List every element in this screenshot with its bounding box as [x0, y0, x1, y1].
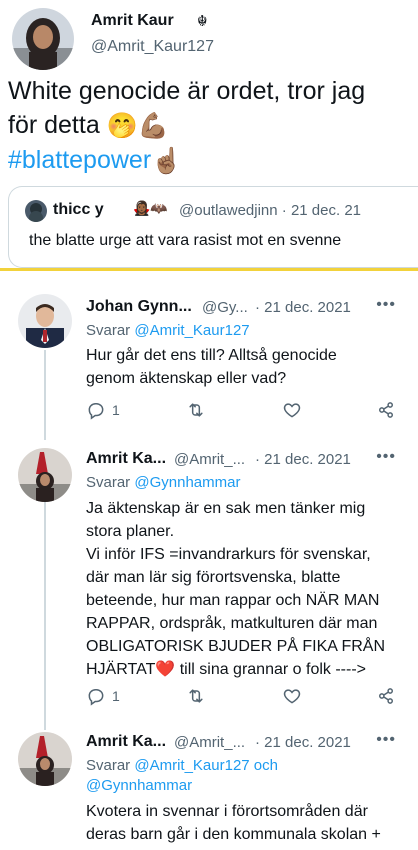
share-button[interactable] [376, 686, 396, 706]
reply-date[interactable]: · 21 dec. 2021 [255, 299, 351, 316]
quoted-author-handle[interactable]: @outlawedjinn · 21 dec. 21 [179, 202, 361, 219]
like-icon [283, 403, 301, 418]
reply-icon [88, 403, 104, 420]
replying-to-link[interactable]: @Amrit_Kaur127 och [134, 757, 278, 774]
reply-button[interactable]: 1 [86, 686, 120, 706]
reply-icon [88, 689, 104, 706]
like-button[interactable] [282, 400, 302, 420]
tweet-actions: 1 [86, 686, 404, 708]
reply-tweet[interactable]: Johan Gynn... @Gy... · 21 dec. 2021 ••• … [0, 290, 418, 430]
reply-author-handle[interactable]: @Amrit_... [174, 734, 245, 751]
tweet-text-line1: White genocide är ordet, tror jag [8, 77, 366, 105]
more-icon[interactable]: ••• [376, 731, 396, 749]
reply-text-line: HJÄRTAT❤️ till sina grannar o folk ----> [86, 661, 366, 678]
share-button[interactable] [376, 400, 396, 420]
retweet-icon [189, 689, 203, 703]
reply-count: 1 [112, 402, 120, 418]
reply-text-line: stora planer. [86, 523, 175, 540]
reply-author-name[interactable]: Johan Gynn... [86, 298, 192, 316]
quoted-avatar[interactable] [25, 200, 47, 222]
khanda-badge: ☬ [197, 13, 208, 30]
reply-text: Ja äktenskap är en sak men tänker mig st… [86, 497, 406, 681]
quoted-text: the blatte urge att vara rasist mot en s… [29, 232, 342, 249]
reply-avatar[interactable] [18, 732, 72, 786]
reply-tweet[interactable]: Amrit Ka... @Amrit_... · 21 dec. 2021 ••… [0, 728, 418, 850]
main-avatar[interactable] [12, 8, 74, 70]
replying-prefix: Svarar [86, 757, 131, 774]
reply-text-line: Hur går det ens till? Alltså genocide [86, 347, 337, 364]
reply-author-handle[interactable]: @Gy... [202, 299, 248, 316]
replying-to-link[interactable]: @Gynnhammar [86, 777, 192, 794]
index-pointing-up-emoji: ☝🏽 [151, 147, 183, 176]
reply-text-line: RAPPAR, ordspråk, matkulturen där man [86, 615, 378, 632]
reply-author-name[interactable]: Amrit Ka... [86, 450, 166, 468]
hashtag-text[interactable]: #blattepower [8, 146, 151, 174]
reply-text: Hur går det ens till? Alltså genocide ge… [86, 344, 406, 390]
reply-author-handle[interactable]: @Amrit_... [174, 451, 245, 468]
tweet-text: White genocide är ordet, tror jag för de… [8, 74, 414, 143]
retweet-button[interactable] [186, 400, 206, 420]
quoted-author-badges: 🧛🏾‍♀️🦇 [133, 200, 168, 216]
reply-avatar[interactable] [18, 294, 72, 348]
hashtag-link[interactable]: #blattepower☝🏽 [8, 143, 182, 178]
quoted-tweet[interactable]: thicc y 🧛🏾‍♀️🦇 @outlawedjinn · 21 dec. 2… [8, 186, 418, 268]
author-name[interactable]: Amrit Kaur [91, 12, 174, 30]
like-button[interactable] [282, 686, 302, 706]
reply-date[interactable]: · 21 dec. 2021 [255, 734, 351, 751]
reply-text-line: Ja äktenskap är en sak men tänker mig [86, 500, 366, 517]
reply-text-line: genom äktenskap eller vad? [86, 370, 287, 387]
author-handle[interactable]: @Amrit_Kaur127 [91, 38, 214, 56]
replying-to-link[interactable]: @Amrit_Kaur127 [134, 322, 249, 339]
tweet-actions: 1 [86, 400, 404, 422]
reply-date[interactable]: · 21 dec. 2021 [255, 451, 351, 468]
quoted-author-name[interactable]: thicc y [53, 201, 104, 219]
flexed-biceps-emoji: 💪🏽 [137, 112, 169, 141]
replying-prefix: Svarar [86, 322, 131, 339]
reply-author-name[interactable]: Amrit Ka... [86, 733, 166, 751]
retweet-icon [189, 403, 203, 417]
reply-button[interactable]: 1 [86, 400, 120, 420]
reply-text-line: deras barn går i den kommunala skolan + [86, 826, 381, 843]
reply-text-line: beteende, hur man rappar och NÄR MAN [86, 592, 380, 609]
reply-text-line: OBLIGATORISK BJUDER PÅ FIKA FRÅN [86, 638, 386, 655]
retweet-button[interactable] [186, 686, 206, 706]
replying-to: Svarar @Amrit_Kaur127 och @Gynnhammar [86, 756, 278, 796]
reply-tweet[interactable]: Amrit Ka... @Amrit_... · 21 dec. 2021 ••… [0, 444, 418, 724]
replying-to: Svarar @Amrit_Kaur127 [86, 321, 250, 341]
reply-text-line: Kvotera in svennar i förortsområden där [86, 803, 368, 820]
share-icon [379, 688, 393, 704]
hand-over-mouth-emoji: 🤭 [106, 112, 138, 141]
like-icon [283, 689, 301, 704]
main-tweet: Amrit Kaur ☬ @Amrit_Kaur127 White genoci… [0, 0, 418, 268]
reply-count: 1 [112, 688, 120, 704]
section-divider [0, 268, 418, 271]
tweet-text-line2: för detta [8, 111, 100, 139]
replying-prefix: Svarar [86, 474, 131, 491]
more-icon[interactable]: ••• [376, 296, 396, 314]
more-icon[interactable]: ••• [376, 448, 396, 466]
reply-avatar[interactable] [18, 448, 72, 502]
replying-to-link[interactable]: @Gynnhammar [134, 474, 240, 491]
replying-to: Svarar @Gynnhammar [86, 473, 240, 493]
reply-text-line: där man lär sig förortsvenska, blatte [86, 569, 341, 586]
reply-text-line: Vi inför IFS =invandrarkurs för svenskar… [86, 546, 371, 563]
reply-text: Kvotera in svennar i förortsområden där … [86, 800, 406, 846]
share-icon [379, 402, 393, 418]
